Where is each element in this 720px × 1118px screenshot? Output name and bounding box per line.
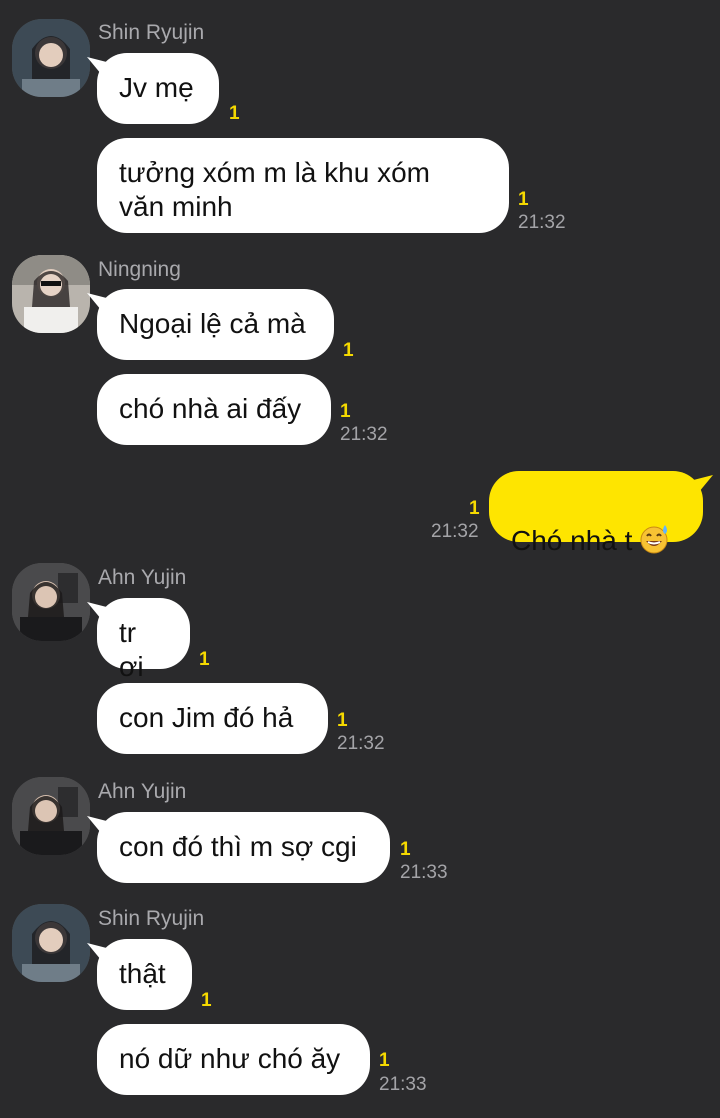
unread-count: 1 <box>229 103 240 124</box>
message-bubble[interactable]: Jv mẹ <box>97 53 219 124</box>
unread-count: 1 <box>379 1050 390 1071</box>
avatar-shin-ryujin[interactable] <box>12 904 90 982</box>
message-bubble[interactable]: con Jim đó hả <box>97 683 328 754</box>
message-timestamp: 21:32 <box>340 424 388 445</box>
unread-count: 1 <box>400 839 411 860</box>
my-message-bubble[interactable]: Chó nhà t <box>489 471 703 556</box>
unread-count: 1 <box>343 340 354 361</box>
sweat-smile-emoji <box>638 523 670 563</box>
unread-count: 1 <box>199 649 210 670</box>
avatar-ningning[interactable] <box>12 255 90 333</box>
message-timestamp: 21:33 <box>379 1074 427 1095</box>
unread-count: 1 <box>469 498 480 519</box>
message-bubble[interactable]: nó dữ như chó ăy <box>97 1024 370 1095</box>
message-timestamp: 21:33 <box>400 862 448 883</box>
message-bubble[interactable]: tưởng xóm m là khu xóm văn minh <box>97 138 509 233</box>
message-text: Chó nhà t <box>511 525 633 556</box>
sender-name: Shin Ryujin <box>98 907 205 930</box>
avatar-shin-ryujin[interactable] <box>12 19 90 97</box>
message-bubble[interactable]: con đó thì m sợ cgi <box>97 812 390 883</box>
unread-count: 1 <box>340 401 351 422</box>
message-bubble[interactable]: tr ơi <box>97 598 190 682</box>
sender-name: Ahn Yujin <box>98 780 187 803</box>
message-timestamp: 21:32 <box>337 733 385 754</box>
unread-count: 1 <box>337 710 348 731</box>
unread-count: 1 <box>518 189 529 210</box>
sender-name: Shin Ryujin <box>98 21 205 44</box>
avatar-ahn-yujin[interactable] <box>12 563 90 641</box>
avatar-ahn-yujin[interactable] <box>12 777 90 855</box>
message-bubble[interactable]: chó nhà ai đấy <box>97 374 331 445</box>
message-timestamp: 21:32 <box>518 212 566 233</box>
message-bubble[interactable]: thật <box>97 939 192 1010</box>
message-bubble[interactable]: Ngoại lệ cả mà <box>97 289 334 360</box>
message-timestamp: 21:32 <box>431 521 479 542</box>
unread-count: 1 <box>201 990 212 1011</box>
sender-name: Ningning <box>98 258 181 281</box>
sender-name: Ahn Yujin <box>98 566 187 589</box>
